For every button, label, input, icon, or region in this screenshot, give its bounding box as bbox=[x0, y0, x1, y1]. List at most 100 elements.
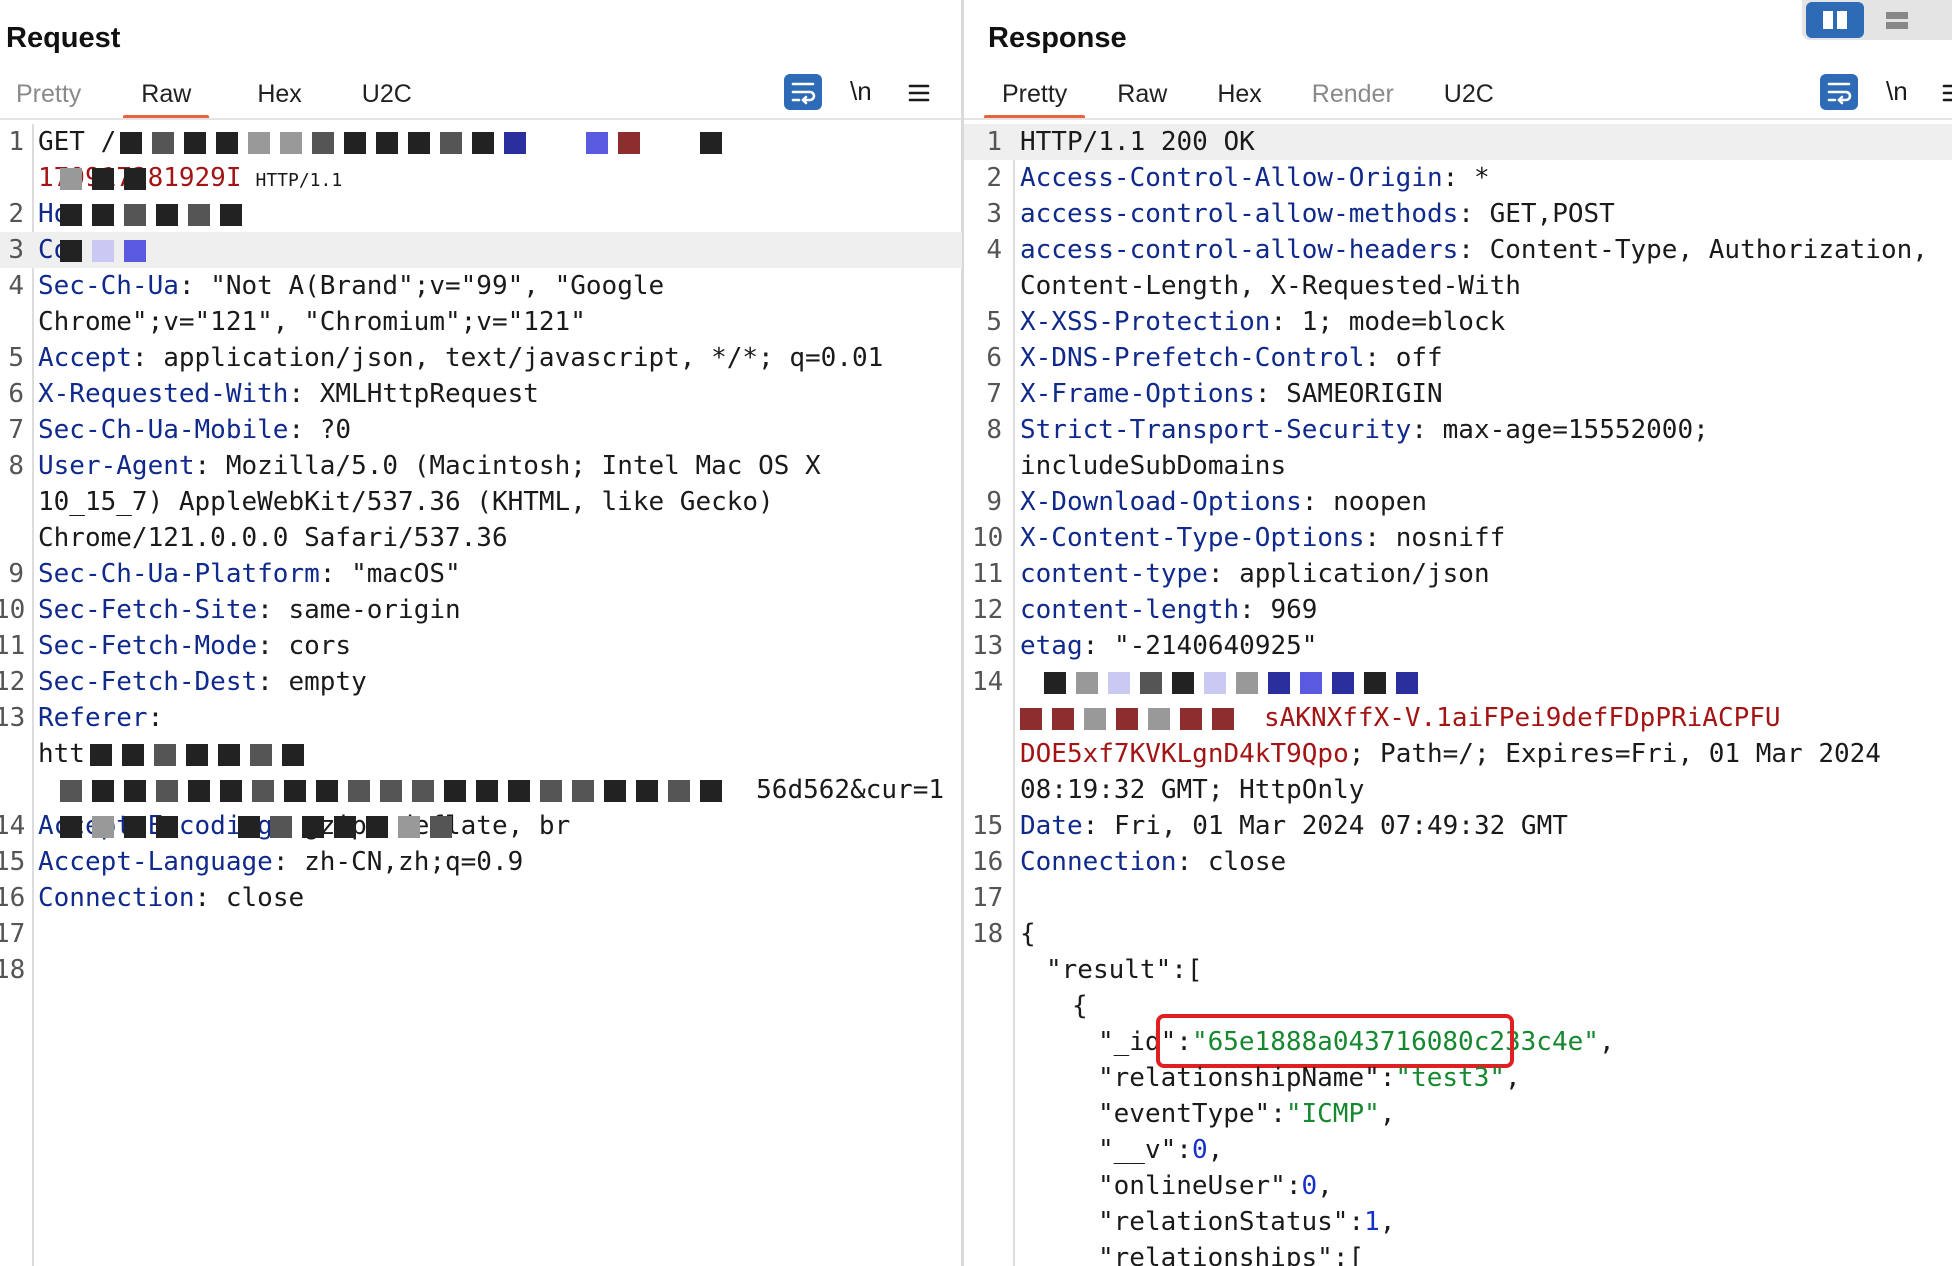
header-name: Accept bbox=[38, 343, 132, 373]
header-value: includeSubDomains bbox=[1020, 451, 1287, 481]
header-colon: : bbox=[272, 847, 305, 877]
response-tab-hex[interactable]: Hex bbox=[1217, 76, 1261, 118]
response-menu-button[interactable] bbox=[1940, 74, 1952, 110]
request-line: 4 Sec-Ch-Ua: "Not A(Brand";v="99", "Googl… bbox=[0, 268, 962, 304]
redaction-pixel bbox=[1076, 672, 1098, 694]
request-title: Request bbox=[6, 22, 121, 54]
header-value: close bbox=[1207, 847, 1287, 877]
request-tab-u2c[interactable]: U2C bbox=[362, 76, 412, 118]
redaction-pixel bbox=[586, 132, 608, 154]
response-tab-pretty[interactable]: Pretty bbox=[983, 76, 1086, 120]
header-name: X-Frame-Options bbox=[1020, 379, 1255, 409]
line-number: 15 bbox=[972, 811, 1004, 841]
request-line-code: X-Requested-With: XMLHttpRequest bbox=[38, 376, 539, 412]
header-name: content-length bbox=[1020, 595, 1240, 625]
redaction-pixel bbox=[700, 132, 722, 154]
response-blank-line: 17 bbox=[964, 880, 1952, 916]
response-body-line: "__v":0, bbox=[964, 1132, 1952, 1168]
header-colon: : bbox=[1254, 379, 1287, 409]
line-number: 11 bbox=[972, 559, 1004, 589]
request-editor[interactable]: 1GET /r170917281929IHTTP/1.12Ho3Co4Sec-C… bbox=[0, 124, 962, 1266]
redaction-pixel bbox=[1268, 672, 1290, 694]
redaction-pixel bbox=[124, 204, 146, 226]
line-number: 10 bbox=[0, 595, 26, 625]
header-name: Connection bbox=[38, 883, 195, 913]
header-colon: : bbox=[1364, 343, 1396, 373]
redaction-pixel bbox=[472, 132, 494, 154]
response-line-code: Connection: close bbox=[1020, 844, 1286, 880]
redaction-pixel bbox=[156, 816, 178, 838]
header-colon: : bbox=[319, 559, 352, 589]
redaction-pixel bbox=[334, 816, 356, 838]
json-punct: :[ bbox=[1171, 955, 1203, 985]
response-line-code: Strict-Transport-Security: max-age=15552… bbox=[1020, 412, 1709, 448]
line-number: 12 bbox=[972, 595, 1004, 625]
response-tab-raw[interactable]: Raw bbox=[1117, 76, 1167, 118]
request-menu-button[interactable] bbox=[906, 74, 932, 110]
line-number: 12 bbox=[0, 667, 26, 697]
redaction-pixel bbox=[572, 780, 594, 802]
redacted-referer-url bbox=[60, 776, 732, 804]
request-line: 10 Sec-Fetch-Site: same-origin bbox=[0, 592, 962, 628]
redaction-pixel bbox=[60, 168, 82, 190]
response-body-line: "relationships":[ bbox=[964, 1240, 1952, 1266]
response-body-code: "result":[ bbox=[1046, 952, 1203, 988]
response-body-code: "relationships":[ bbox=[1098, 1240, 1364, 1266]
redaction-pixel bbox=[1364, 672, 1386, 694]
redaction-pixel bbox=[1332, 672, 1354, 694]
response-editor[interactable]: 1 HTTP/1.1 200 OK 2 Access-Control-Allow-Or… bbox=[964, 124, 1952, 1266]
request-http-version: HTTP/1.1 bbox=[255, 170, 343, 191]
header-value: "macOS" bbox=[351, 559, 461, 589]
header-name: X-DNS-Prefetch-Control bbox=[1020, 343, 1365, 373]
wrap-lines-icon bbox=[1827, 82, 1852, 105]
redaction-pixel bbox=[220, 780, 242, 802]
response-title: Response bbox=[988, 22, 1127, 54]
response-body-code: { bbox=[1020, 916, 1036, 952]
request-line: 16 Connection: close bbox=[0, 880, 962, 916]
request-tab-raw[interactable]: Raw bbox=[123, 76, 210, 120]
line-number: 13 bbox=[0, 703, 26, 733]
redaction-pixel bbox=[60, 816, 82, 838]
redaction-pixel bbox=[1052, 708, 1074, 730]
redaction-pixel bbox=[302, 816, 324, 838]
redaction-pixel bbox=[154, 744, 176, 766]
header-name: Sec-Ch-Ua bbox=[38, 271, 179, 301]
redaction-pixel bbox=[252, 780, 274, 802]
redaction-pixel bbox=[380, 780, 402, 802]
line-number: 17 bbox=[0, 919, 26, 949]
line-number: 1 bbox=[986, 127, 1002, 157]
header-value: noopen bbox=[1333, 487, 1427, 517]
cookie-attrs: 08:19:32 GMT; HttpOnly bbox=[1020, 775, 1365, 805]
header-value: same-origin bbox=[288, 595, 461, 625]
response-newline-toggle[interactable]: \n bbox=[1886, 74, 1908, 112]
response-line-code: Content-Length, X-Requested-With bbox=[1020, 268, 1521, 304]
request-newline-toggle[interactable]: \n bbox=[850, 74, 872, 112]
response-tab-u2c[interactable]: U2C bbox=[1444, 76, 1494, 118]
layout-side-by-side-button[interactable] bbox=[1806, 2, 1864, 38]
request-tabs: Pretty Raw Hex U2C bbox=[0, 76, 412, 120]
redaction-pixel bbox=[1204, 672, 1226, 694]
request-tab-hex[interactable]: Hex bbox=[257, 76, 301, 118]
line-number: 7 bbox=[8, 415, 24, 445]
redacted-cookie-value bbox=[1020, 704, 1244, 732]
request-line-code: Chrome";v="121", "Chromium";v="121" bbox=[38, 304, 586, 340]
json-comma: , bbox=[1317, 1171, 1333, 1201]
line-number: 17 bbox=[972, 883, 1004, 913]
redaction-pixel bbox=[398, 816, 420, 838]
header-value-cont: Chrome/121.0.0.0 Safari/537.36 bbox=[38, 523, 508, 553]
request-line: 5 Accept: application/json, text/javascri… bbox=[0, 340, 962, 376]
request-tabs-rule bbox=[0, 118, 962, 120]
redaction-pixel bbox=[250, 744, 272, 766]
header-colon: : bbox=[1207, 559, 1240, 589]
header-name: Sec-Fetch-Mode bbox=[38, 631, 258, 661]
request-tab-pretty[interactable]: Pretty bbox=[16, 76, 81, 118]
request-line: 12 Sec-Fetch-Dest: empty bbox=[0, 664, 962, 700]
header-value: close bbox=[225, 883, 305, 913]
response-wrap-lines-button[interactable] bbox=[1820, 74, 1858, 110]
response-body-line: "eventType":"ICMP", bbox=[964, 1096, 1952, 1132]
response-tab-render[interactable]: Render bbox=[1312, 76, 1394, 118]
request-wrap-lines-button[interactable] bbox=[784, 74, 822, 110]
redaction-pixel bbox=[476, 780, 498, 802]
redaction-pixel bbox=[408, 132, 430, 154]
layout-stacked-button[interactable] bbox=[1868, 2, 1926, 38]
